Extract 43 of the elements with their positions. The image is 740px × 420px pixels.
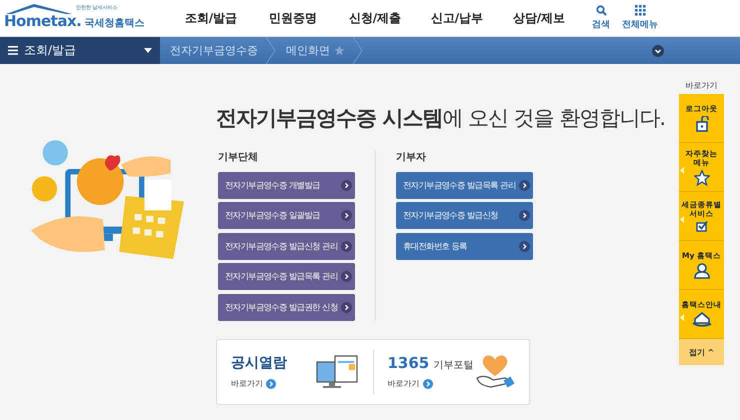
- group-heading: 기부단체: [218, 151, 259, 164]
- menu-button[interactable]: 전자기부금영수증 개별발급: [218, 172, 355, 198]
- menu-dropdown[interactable]: 조회/발급: [0, 37, 160, 64]
- shortcut-link[interactable]: 바로가기: [388, 378, 474, 389]
- menu-button[interactable]: 전자기부금영수증 발급권한 신청: [218, 294, 355, 320]
- menu-button[interactable]: 전자기부금영수증 일괄발급: [218, 202, 355, 229]
- breadcrumb-separator-icon: [353, 37, 363, 64]
- house-hand-icon: [692, 312, 712, 328]
- breadcrumb-separator-icon: [266, 37, 276, 64]
- banner-title: 공시열람: [231, 354, 287, 372]
- menu-item[interactable]: 상담/제보: [498, 10, 580, 26]
- star-icon[interactable]: [334, 45, 345, 56]
- menu-button[interactable]: 휴대전화번호 등록: [396, 232, 533, 260]
- shortcut-link[interactable]: 바로가기: [231, 378, 287, 389]
- person-icon: [692, 263, 710, 279]
- checkbox-icon: [696, 221, 708, 232]
- banner-number: 1365: [388, 354, 430, 372]
- monitor-document-icon: [314, 354, 358, 390]
- caret-icon: [144, 48, 152, 53]
- group-heading: 기부자: [396, 151, 427, 164]
- welcome-heading: 전자기부금영수증 시스템에 오신 것을 환영합니다.: [216, 105, 666, 132]
- expand-icon[interactable]: [652, 44, 664, 56]
- search-icon: [596, 5, 606, 16]
- menu-button[interactable]: 전자기부금영수증 발급신청 관리: [218, 232, 355, 260]
- menu-item[interactable]: 민원증명: [252, 10, 334, 26]
- quick-links-heading: 바로가기: [686, 80, 718, 91]
- menu-item[interactable]: 조회/발급: [170, 10, 252, 26]
- all-menu-button[interactable]: 전체메뉴: [622, 5, 658, 31]
- menu-button[interactable]: 전자기부금영수증 발급목록 관리: [218, 263, 355, 290]
- menu-icon: [8, 46, 18, 55]
- search-button[interactable]: 검색: [592, 5, 610, 31]
- heart-hand-icon: [475, 354, 515, 390]
- banner-title: 기부포털: [433, 359, 474, 372]
- menu-button[interactable]: 전자기부금영수증 발급목록 관리: [396, 172, 533, 198]
- collapse-button[interactable]: 접기 ^: [679, 339, 724, 365]
- logo-agency: 국세청홈택스: [84, 16, 144, 30]
- star-icon: [694, 170, 710, 186]
- logo-wordmark[interactable]: Hometax.: [4, 12, 82, 30]
- menu-item[interactable]: 신고/납부: [416, 10, 498, 26]
- menu-item[interactable]: 신청/제출: [334, 10, 416, 26]
- menu-button[interactable]: 전자기부금영수증 발급신청: [396, 202, 533, 229]
- grid-icon: [634, 5, 646, 16]
- roof-icon: [4, 2, 74, 14]
